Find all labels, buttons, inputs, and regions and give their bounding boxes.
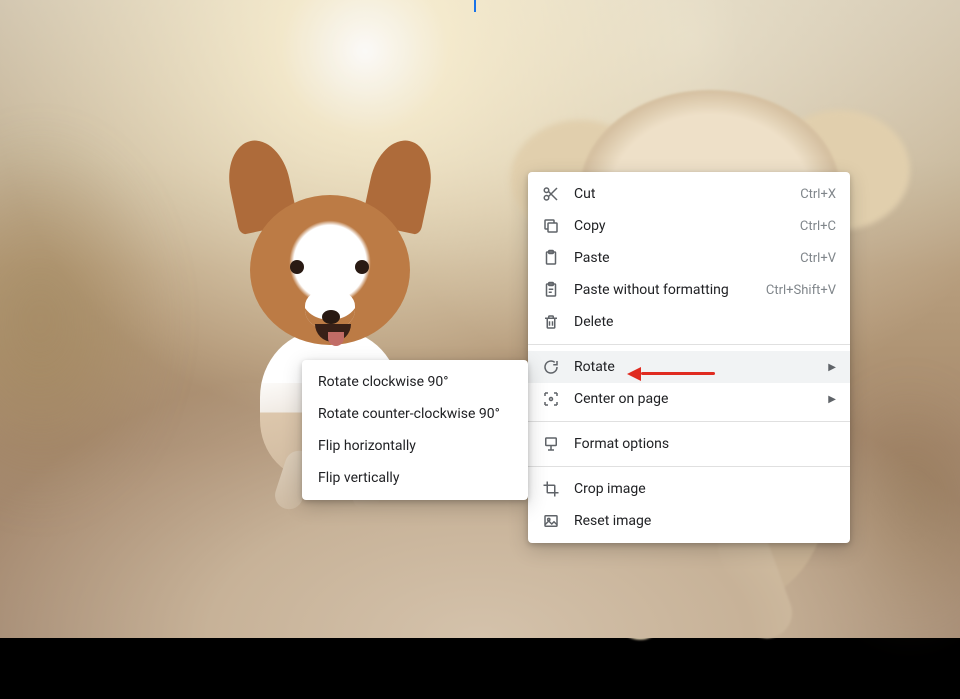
menu-item-label: Cut <box>574 186 784 202</box>
menu-item-cut[interactable]: Cut Ctrl+X <box>528 178 850 210</box>
submenu-item-rotate-cw[interactable]: Rotate clockwise 90° <box>302 366 528 398</box>
menu-item-label: Center on page <box>574 391 816 407</box>
menu-item-label: Paste without formatting <box>574 282 750 298</box>
menu-item-paste[interactable]: Paste Ctrl+V <box>528 242 850 274</box>
text-caret <box>474 0 476 12</box>
submenu-arrow-icon: ▶ <box>828 394 836 405</box>
center-icon <box>542 390 560 408</box>
copy-icon <box>542 217 560 235</box>
menu-item-copy[interactable]: Copy Ctrl+C <box>528 210 850 242</box>
trash-icon <box>542 313 560 331</box>
crop-icon <box>542 480 560 498</box>
menu-item-delete[interactable]: Delete <box>528 306 850 338</box>
clipboard-text-icon <box>542 281 560 299</box>
menu-item-label: Reset image <box>574 513 836 529</box>
menu-item-shortcut: Ctrl+V <box>800 251 836 266</box>
menu-separator <box>528 344 850 345</box>
menu-item-center-on-page[interactable]: Center on page ▶ <box>528 383 850 415</box>
menu-item-label: Rotate clockwise 90° <box>318 374 512 390</box>
menu-separator <box>528 421 850 422</box>
menu-item-label: Rotate counter-clockwise 90° <box>318 406 512 422</box>
menu-item-shortcut: Ctrl+Shift+V <box>766 283 836 298</box>
submenu-item-rotate-ccw[interactable]: Rotate counter-clockwise 90° <box>302 398 528 430</box>
submenu-item-flip-vertical[interactable]: Flip vertically <box>302 462 528 494</box>
menu-item-shortcut: Ctrl+C <box>800 219 836 234</box>
menu-item-shortcut: Ctrl+X <box>800 187 836 202</box>
menu-item-format-options[interactable]: Format options <box>528 428 850 460</box>
rotate-submenu: Rotate clockwise 90° Rotate counter-cloc… <box>302 360 528 500</box>
menu-item-rotate[interactable]: Rotate ▶ <box>528 351 850 383</box>
submenu-item-flip-horizontal[interactable]: Flip horizontally <box>302 430 528 462</box>
menu-item-label: Paste <box>574 250 784 266</box>
menu-item-crop-image[interactable]: Crop image <box>528 473 850 505</box>
rotate-icon <box>542 358 560 376</box>
menu-item-label: Crop image <box>574 481 836 497</box>
menu-item-label: Rotate <box>574 359 816 375</box>
clipboard-icon <box>542 249 560 267</box>
format-icon <box>542 435 560 453</box>
menu-item-label: Format options <box>574 436 836 452</box>
menu-item-reset-image[interactable]: Reset image <box>528 505 850 537</box>
menu-item-label: Flip horizontally <box>318 438 512 454</box>
scissors-icon <box>542 185 560 203</box>
menu-item-label: Copy <box>574 218 784 234</box>
submenu-arrow-icon: ▶ <box>828 362 836 373</box>
menu-item-label: Flip vertically <box>318 470 512 486</box>
reset-image-icon <box>542 512 560 530</box>
menu-item-label: Delete <box>574 314 836 330</box>
menu-item-paste-without-formatting[interactable]: Paste without formatting Ctrl+Shift+V <box>528 274 850 306</box>
menu-separator <box>528 466 850 467</box>
context-menu: Cut Ctrl+X Copy Ctrl+C Paste Ctrl+V Past… <box>528 172 850 543</box>
